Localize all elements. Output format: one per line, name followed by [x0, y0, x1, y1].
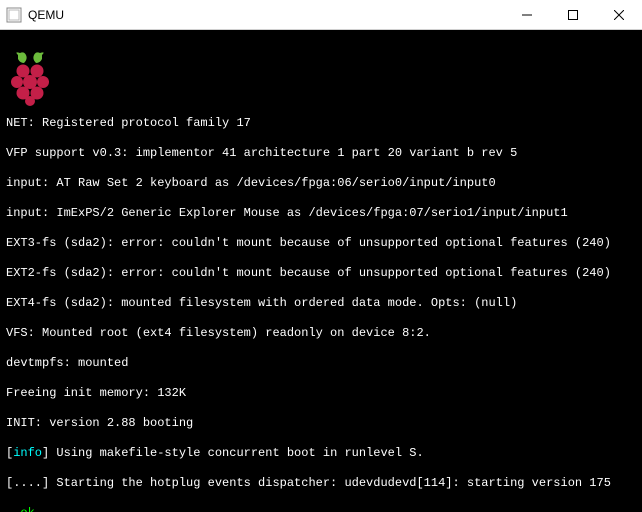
terminal-output: NET: Registered protocol family 17 VFP s… [0, 30, 642, 512]
boot-line: EXT2-fs (sda2): error: couldn't mount be… [6, 266, 636, 281]
minimize-button[interactable] [504, 0, 550, 29]
boot-line: EXT4-fs (sda2): mounted filesystem with … [6, 296, 636, 311]
ok-tag: ok [20, 506, 34, 512]
boot-line: VFS: Mounted root (ext4 filesystem) read… [6, 326, 636, 341]
boot-line: devtmpfs: mounted [6, 356, 636, 371]
boot-line: input: AT Raw Set 2 keyboard as /devices… [6, 176, 636, 191]
boot-status-ok: . ok [6, 506, 636, 512]
raspberry-pi-logo-icon [6, 49, 54, 107]
boot-line: EXT3-fs (sda2): error: couldn't mount be… [6, 236, 636, 251]
window-title: QEMU [28, 8, 504, 22]
qemu-icon [6, 7, 22, 23]
close-button[interactable] [596, 0, 642, 29]
boot-line: NET: Registered protocol family 17 [6, 116, 636, 131]
window-controls [504, 0, 642, 29]
boot-status-info: [info] Using makefile-style concurrent b… [6, 446, 636, 461]
boot-line: [....] Starting the hotplug events dispa… [6, 476, 636, 491]
maximize-button[interactable] [550, 0, 596, 29]
info-tag: info [13, 446, 42, 460]
boot-line: input: ImExPS/2 Generic Explorer Mouse a… [6, 206, 636, 221]
boot-line: INIT: version 2.88 booting [6, 416, 636, 431]
boot-line: VFP support v0.3: implementor 41 archite… [6, 146, 636, 161]
window-titlebar: QEMU [0, 0, 642, 30]
boot-line: Freeing init memory: 132K [6, 386, 636, 401]
